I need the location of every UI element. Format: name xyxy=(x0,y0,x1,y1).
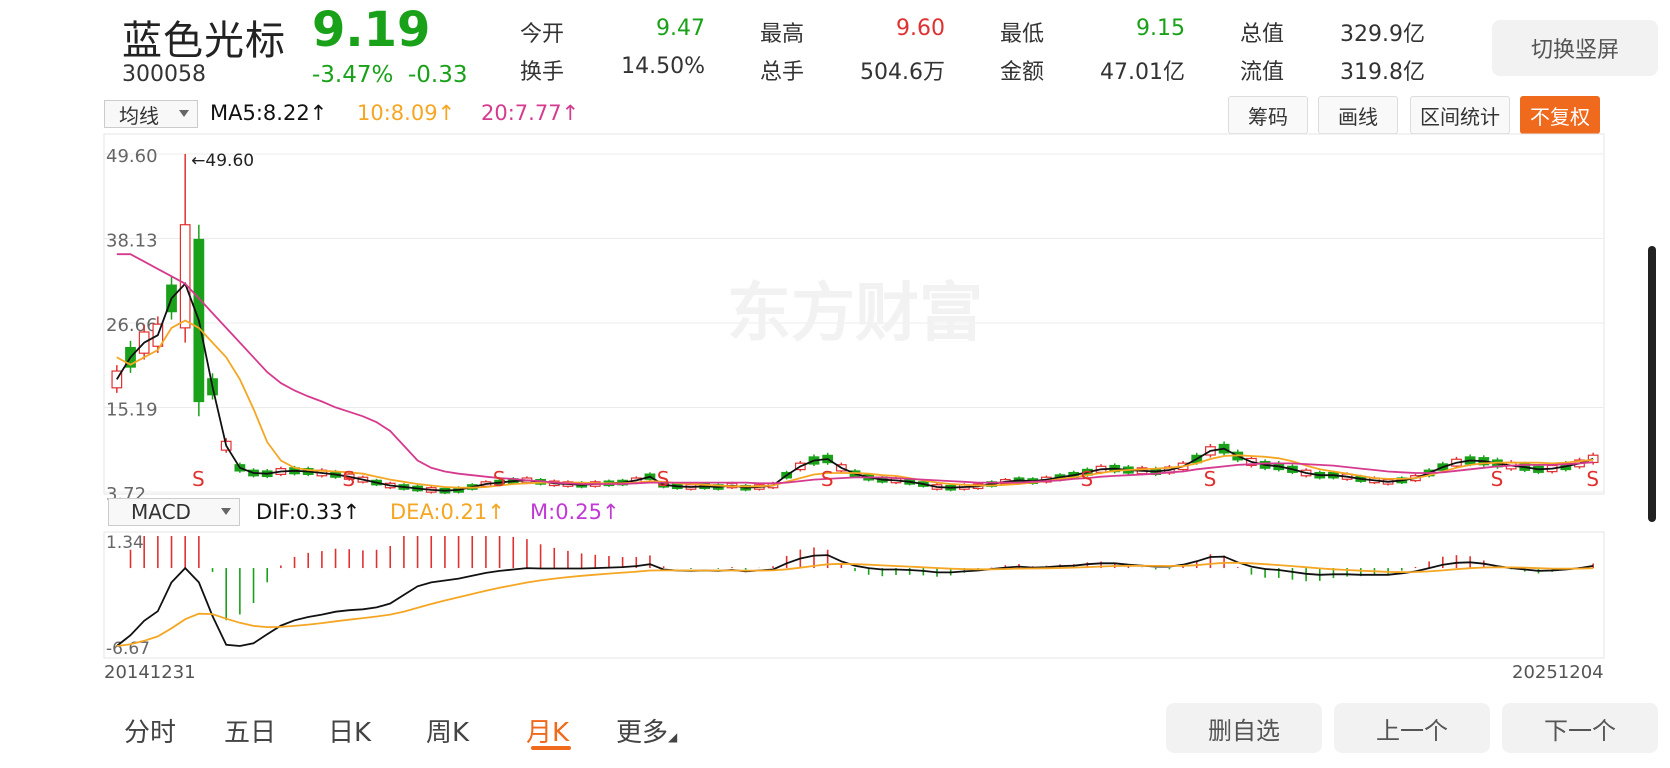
tab-intraday[interactable]: 分时 xyxy=(124,712,176,749)
y-tick-label: 15.19 xyxy=(106,400,158,421)
y-tick-label: 49.60 xyxy=(106,146,158,167)
candle-body xyxy=(179,224,191,329)
signal-marker[interactable]: S xyxy=(657,467,670,491)
watermark: 东方财富 xyxy=(727,277,983,351)
macd-y-tick-label: -6.67 xyxy=(106,639,150,659)
indicator-select[interactable]: MACD xyxy=(108,498,240,526)
scrollbar[interactable] xyxy=(1648,246,1656,522)
chart-layer: 49.6038.1326.6615.193.72东方财富←49.60S S S S S S… xyxy=(103,133,1605,659)
signal-marker[interactable]: S xyxy=(1586,467,1599,491)
signal-marker[interactable]: S xyxy=(1204,467,1217,491)
signal-marker[interactable]: S xyxy=(1081,467,1094,491)
tab-five-day[interactable]: 五日 xyxy=(224,712,276,749)
y-tick-label: 26.66 xyxy=(106,315,158,336)
macd-chart[interactable]: 1.34 -6.67 xyxy=(103,531,1605,659)
max-price-annotation: ←49.60 xyxy=(191,151,254,171)
kline-chart[interactable]: 49.6038.1326.6615.193.72东方财富←49.60S S S S S S… xyxy=(103,133,1605,505)
tab-weekly-k[interactable]: 周K xyxy=(426,712,469,749)
remove-watchlist-button[interactable]: 删自选 xyxy=(1166,703,1322,753)
tab-monthly-k[interactable]: 月K xyxy=(526,712,569,749)
y-tick-label: 38.13 xyxy=(106,231,158,252)
tab-more-label: 更多 xyxy=(616,718,669,748)
indicator-select-label: MACD xyxy=(131,500,191,524)
dif-legend: DIF:0.33↑ xyxy=(256,500,361,524)
start-date: 20141231 xyxy=(104,662,196,683)
signal-marker[interactable]: S xyxy=(493,467,506,491)
macd-frame xyxy=(103,531,1605,659)
macd-y-tick-label: 1.34 xyxy=(106,533,144,553)
signal-marker[interactable]: S xyxy=(342,467,355,491)
m-legend: M:0.25↑ xyxy=(530,500,620,524)
signal-marker[interactable]: S xyxy=(821,467,834,491)
end-date: 20251204 xyxy=(1512,662,1604,683)
dea-legend: DEA:0.21↑ xyxy=(390,500,505,524)
next-stock-button[interactable]: 下一个 xyxy=(1502,703,1658,753)
caret-small-icon: ◢ xyxy=(668,730,678,744)
previous-stock-button[interactable]: 上一个 xyxy=(1334,703,1490,753)
tab-more[interactable]: 更多◢ xyxy=(616,712,677,749)
chevron-down-icon xyxy=(221,508,231,515)
active-tab-underline xyxy=(531,746,571,750)
signal-marker[interactable]: S xyxy=(192,467,205,491)
signal-marker[interactable]: S xyxy=(1491,467,1504,491)
tab-daily-k[interactable]: 日K xyxy=(328,712,371,749)
